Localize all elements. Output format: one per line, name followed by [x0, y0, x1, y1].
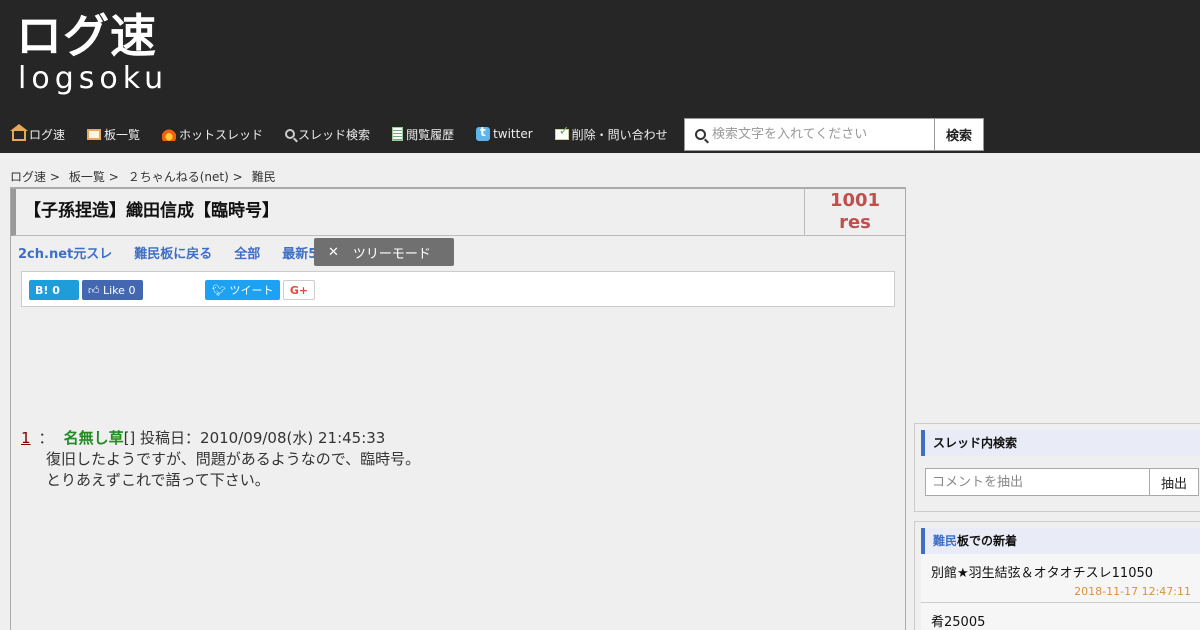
- news-date: 2018-11-17 12:47:11: [1074, 585, 1191, 598]
- nav-thread-search-label: スレッド検索: [298, 127, 371, 142]
- res-count: 1001 res: [804, 189, 905, 235]
- crumb-2ch[interactable]: ２ちゃんねる(net) >: [128, 168, 243, 185]
- home-icon: [10, 124, 28, 141]
- crumb-boards[interactable]: 板一覧 >: [69, 168, 119, 185]
- history-icon: [392, 127, 404, 141]
- thread-search-heading: スレッド内検索: [921, 430, 1200, 456]
- nav-history-label: 閲覧履歴: [406, 127, 455, 142]
- tree-mode-button[interactable]: ✕ ツリーモード: [314, 238, 454, 266]
- fire-icon: [162, 127, 177, 141]
- post-header: 1 ： 名無し草 [] 投稿日：2010/09/08(水) 21:45:33: [21, 427, 420, 448]
- nav-twitter-label: twitter: [493, 127, 533, 141]
- show-all-link[interactable]: 全部: [234, 243, 260, 262]
- crumb-home[interactable]: ログ速 >: [10, 168, 60, 185]
- comment-filter-input[interactable]: [926, 469, 1150, 495]
- board-news-heading: 難民板での新着: [921, 528, 1200, 554]
- magnifier-icon: [695, 129, 706, 140]
- thread-title: 【子孫捏造】織田信成【臨時号】: [24, 201, 279, 221]
- fb-like-count: 0: [128, 283, 136, 297]
- thread-title-row: 【子孫捏造】織田信成【臨時号】 1001 res: [11, 189, 905, 236]
- tweet-label: ツイート: [229, 284, 274, 297]
- thumbs-up-icon: 👍︎: [88, 283, 100, 297]
- board-news-heading-text: 板での新着: [957, 534, 1018, 548]
- facebook-like-button[interactable]: 👍︎ Like 0: [82, 280, 143, 300]
- post-line: とりあえずこれで語って下さい。: [46, 471, 270, 489]
- close-icon: ✕: [328, 244, 339, 260]
- nav-history[interactable]: 閲覧履歴: [392, 126, 454, 143]
- nav-home[interactable]: ログ速: [10, 124, 66, 143]
- thread-actions: 2ch.net元スレ 難民板に戻る 全部 最新50 ✕ ツリーモード: [11, 236, 905, 268]
- hatena-bookmark-button[interactable]: B! 0: [29, 280, 79, 300]
- search-input[interactable]: [712, 127, 927, 142]
- poster-name: 名無し草: [63, 429, 124, 447]
- main-nav: ログ速 板一覧 ホットスレッド スレッド検索 閲覧履歴 twitter 削除・問…: [0, 118, 678, 150]
- post-line: 復旧したようですが、問題があるようなので、臨時号。: [46, 450, 421, 468]
- res-count-number: 1001: [829, 190, 881, 211]
- logo-en: logsoku: [18, 61, 169, 96]
- extract-button[interactable]: 抽出: [1150, 469, 1198, 495]
- mail-icon: [554, 124, 570, 140]
- nav-twitter[interactable]: twitter: [476, 125, 533, 141]
- thread-panel: 【子孫捏造】織田信成【臨時号】 1001 res 2ch.net元スレ 難民板に…: [10, 187, 906, 630]
- news-item[interactable]: 肴25005: [921, 603, 1200, 630]
- board-news-board-link[interactable]: 難民: [933, 534, 957, 548]
- site-logo[interactable]: ログ速 logsoku: [16, 10, 168, 96]
- nav-thread-search[interactable]: スレッド検索: [285, 126, 370, 143]
- twitter-bird-icon: 🐦︎: [212, 283, 226, 297]
- news-title: 別館★羽生結弦＆オタオチスレ11050: [931, 566, 1154, 581]
- search-input-wrap: [685, 119, 935, 150]
- site-search: 検索: [684, 118, 984, 151]
- crumb-board[interactable]: 難民: [252, 168, 276, 185]
- breadcrumb: ログ速 > 板一覧 > ２ちゃんねる(net) > 難民: [10, 168, 285, 185]
- post-meta: [] 投稿日：2010/09/08(水) 21:45:33: [123, 429, 386, 447]
- logo-jp: ログ速: [16, 9, 157, 63]
- board-news-panel: 難民板での新着 別館★羽生結弦＆オタオチスレ11050 2018-11-17 1…: [914, 521, 1200, 630]
- news-item[interactable]: 別館★羽生結弦＆オタオチスレ11050 2018-11-17 12:47:11: [921, 554, 1200, 603]
- twitter-icon: [476, 125, 491, 141]
- nav-home-label: ログ速: [29, 127, 66, 142]
- search-button[interactable]: 検索: [935, 119, 983, 150]
- back-to-board-link[interactable]: 難民板に戻る: [134, 243, 212, 262]
- board-icon: [87, 128, 102, 140]
- site-header: ログ速 logsoku ログ速 板一覧 ホットスレッド スレッド検索 閲覧履歴 …: [0, 0, 1200, 153]
- news-title: 肴25005: [931, 615, 986, 630]
- search-icon: [285, 129, 296, 139]
- tree-mode-label: ツリーモード: [352, 246, 431, 262]
- nav-contact-label: 削除・問い合わせ: [571, 127, 668, 142]
- original-thread-link[interactable]: 2ch.net元スレ: [18, 243, 112, 262]
- res-count-label: res: [839, 212, 871, 233]
- nav-hot-threads[interactable]: ホットスレッド: [162, 126, 263, 143]
- post: 1 ： 名無し草 [] 投稿日：2010/09/08(水) 21:45:33 復…: [21, 427, 420, 491]
- post-number[interactable]: 1: [21, 429, 31, 447]
- post-body: 復旧したようですが、問題があるようなので、臨時号。 とりあえずこれで語って下さい…: [46, 449, 420, 491]
- comment-filter: 抽出: [925, 468, 1199, 496]
- nav-boards[interactable]: 板一覧: [87, 126, 140, 143]
- tweet-button[interactable]: 🐦︎ ツイート: [205, 280, 280, 300]
- nav-hot-label: ホットスレッド: [179, 127, 264, 142]
- post-separator: ：: [38, 429, 54, 447]
- share-bar: B! 0 👍︎ Like 0 🐦︎ ツイート G+: [21, 271, 895, 307]
- thread-search-panel: スレッド内検索 抽出: [914, 423, 1200, 512]
- nav-contact[interactable]: 削除・問い合わせ: [554, 124, 668, 143]
- nav-boards-label: 板一覧: [104, 127, 141, 142]
- google-plus-button[interactable]: G+: [283, 280, 315, 300]
- fb-like-label: Like: [103, 283, 125, 297]
